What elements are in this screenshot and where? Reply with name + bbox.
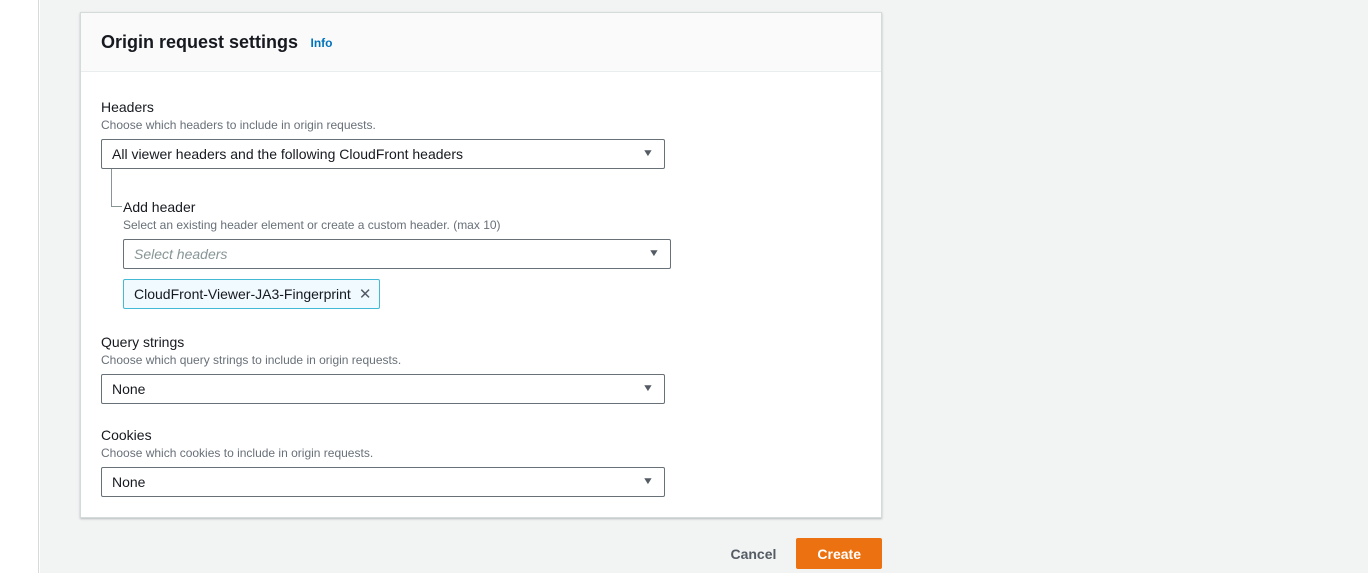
create-button[interactable]: Create (796, 538, 882, 569)
cookies-field-description: Choose which cookies to include in origi… (101, 445, 861, 461)
headers-field-description: Choose which headers to include in origi… (101, 117, 861, 133)
main-content-area: Origin request settings Info Headers Cho… (40, 0, 1368, 573)
origin-request-settings-card: Origin request settings Info Headers Cho… (80, 12, 882, 518)
query-strings-select[interactable]: None ▼ (101, 374, 665, 404)
query-strings-select-value: None (112, 381, 145, 397)
add-header-field-label: Add header (123, 198, 861, 216)
card-header: Origin request settings Info (81, 13, 881, 72)
add-header-select-placeholder: Select headers (134, 246, 227, 262)
token-row: CloudFront-Viewer-JA3-Fingerprint ✕ (123, 279, 861, 309)
headers-field-label: Headers (101, 98, 861, 116)
card-title: Origin request settings (101, 32, 298, 52)
headers-select[interactable]: All viewer headers and the following Clo… (101, 139, 665, 169)
dropdown-arrow-icon: ▼ (642, 477, 654, 487)
close-icon: ✕ (359, 286, 372, 303)
info-link[interactable]: Info (311, 36, 333, 50)
dropdown-arrow-icon: ▼ (648, 249, 660, 259)
left-rail (0, 0, 39, 573)
content-column: Origin request settings Info Headers Cho… (80, 12, 882, 569)
headers-select-value: All viewer headers and the following Clo… (112, 146, 463, 162)
cookies-field: Cookies Choose which cookies to include … (101, 426, 861, 497)
add-header-select[interactable]: Select headers ▼ (123, 239, 671, 269)
dismiss-token-button[interactable]: ✕ (359, 287, 372, 302)
cookies-field-label: Cookies (101, 426, 861, 444)
dropdown-arrow-icon: ▼ (642, 384, 654, 394)
nested-field-connector (111, 169, 122, 207)
cookies-select[interactable]: None ▼ (101, 467, 665, 497)
cancel-button[interactable]: Cancel (726, 540, 780, 568)
headers-field: Headers Choose which headers to include … (101, 98, 861, 169)
add-header-field-description: Select an existing header element or cre… (123, 217, 861, 233)
query-strings-field: Query strings Choose which query strings… (101, 333, 861, 404)
cookies-select-value: None (112, 474, 145, 490)
card-body: Headers Choose which headers to include … (81, 72, 881, 517)
header-token-label: CloudFront-Viewer-JA3-Fingerprint (134, 286, 351, 302)
form-actions: Cancel Create (80, 538, 882, 569)
header-token: CloudFront-Viewer-JA3-Fingerprint ✕ (123, 279, 380, 309)
add-header-field: Add header Select an existing header ele… (123, 198, 861, 309)
dropdown-arrow-icon: ▼ (642, 149, 654, 159)
query-strings-field-description: Choose which query strings to include in… (101, 352, 861, 368)
query-strings-field-label: Query strings (101, 333, 861, 351)
